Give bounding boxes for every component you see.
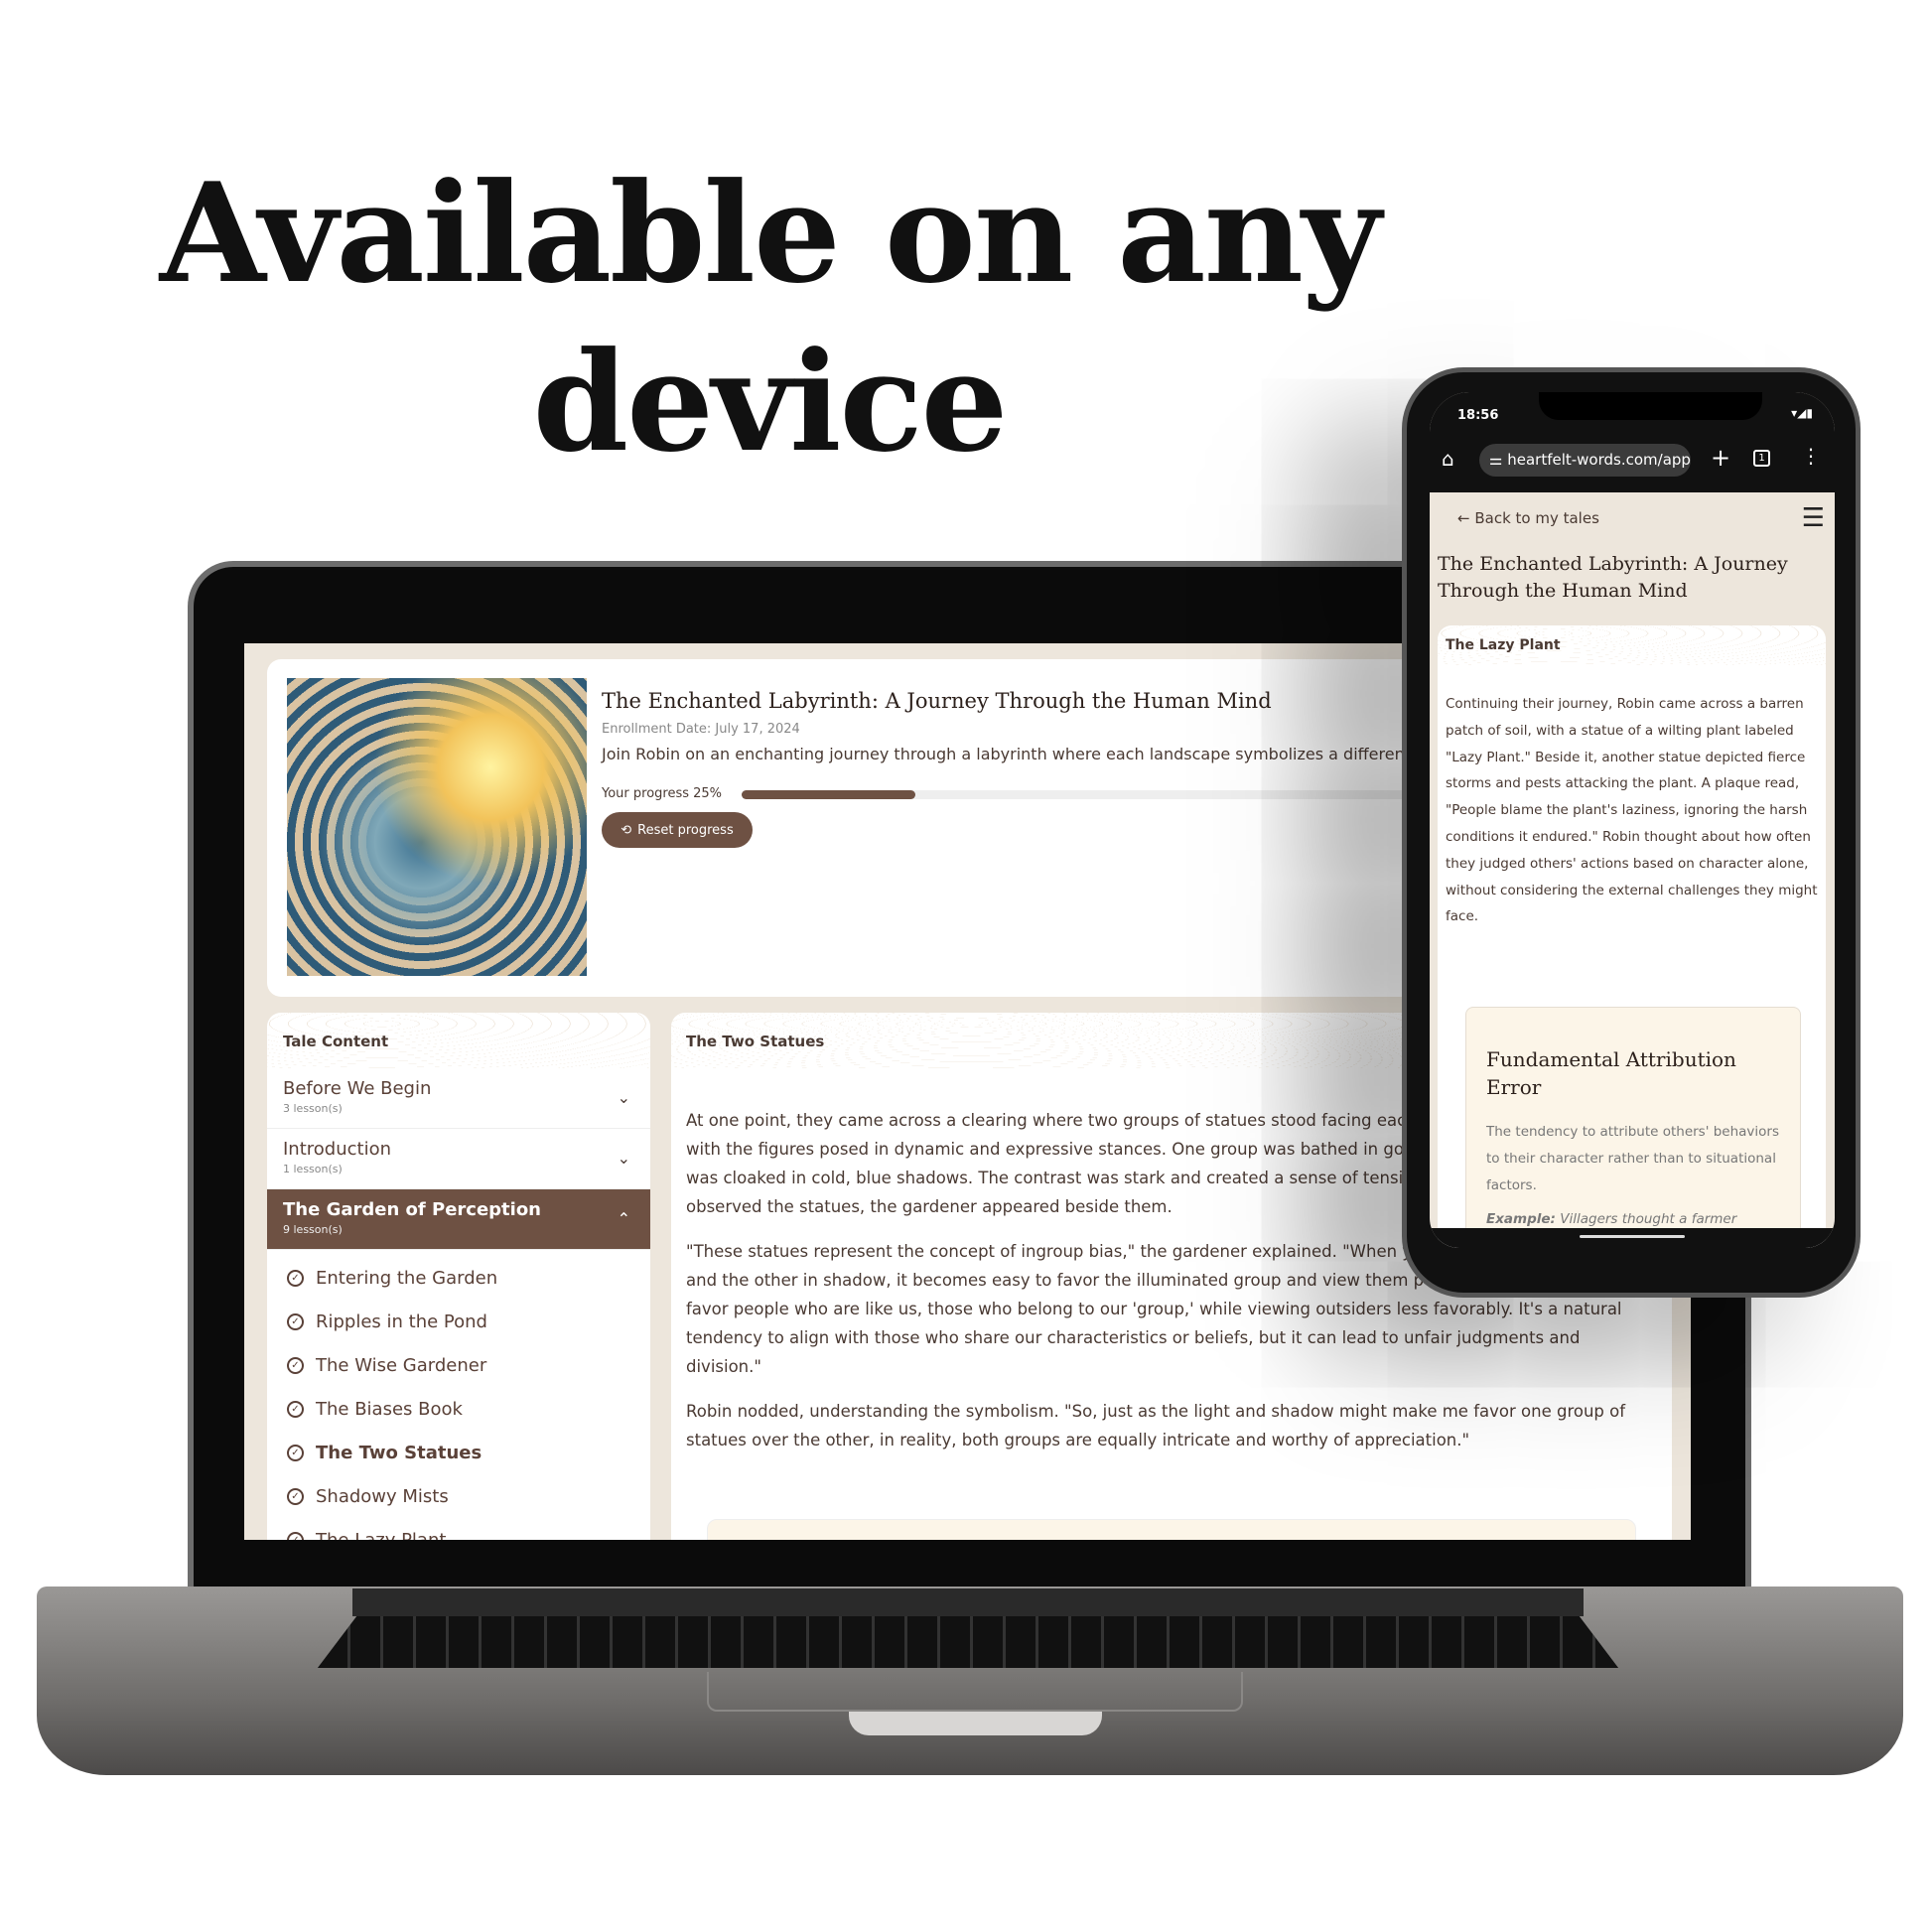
phone-screen: 18:56 ▾◢▮ ⌂ ⚌ heartfelt-words.com/app + … [1430,392,1835,1248]
arrow-left-icon: ← [1457,509,1475,527]
reset-progress-button[interactable]: ⟲ Reset progress [602,812,753,848]
check-circle-icon: ✓ [287,1312,304,1330]
callout-title: Fundamental Attribution Error [1486,1047,1736,1099]
lesson-item[interactable]: ✓ The Lazy Plant [267,1518,650,1540]
callout-definition: The tendency to attribute others' behavi… [1486,1124,1779,1193]
lesson-paragraph: Continuing their journey, Robin came acr… [1446,696,1818,925]
lesson-card: The Lazy Plant Continuing their journey,… [1438,625,1826,1248]
lesson-item[interactable]: ✓ The Two Statues [267,1431,650,1474]
status-time: 18:56 [1457,408,1499,423]
tabs-button[interactable]: 1 [1753,450,1770,467]
progress-bar [742,790,1437,799]
laptop-notch [849,1712,1102,1735]
module-item[interactable]: The Garden of Perception 9 lesson(s) ⌃ [267,1189,650,1250]
back-link[interactable]: ← Back to my tales [1457,509,1599,527]
signal-battery-icon: ▾◢▮ [1791,406,1813,420]
lesson-title: The Lazy Plant [1438,625,1826,665]
home-icon[interactable]: ⌂ [1442,447,1454,471]
new-tab-icon[interactable]: + [1711,444,1730,472]
sidebar-title: Tale Content [267,1013,650,1068]
progress-label: Your progress 25% [602,786,723,801]
check-circle-icon: ✓ [287,1444,304,1461]
course-description: Join Robin on an enchanting journey thro… [602,745,1412,763]
nav-bar [1430,1228,1835,1248]
chevron-up-icon: ⌃ [617,1209,630,1228]
course-cover-image [287,678,587,976]
example-text: Villagers thought a farmer [1560,1211,1737,1227]
more-menu-icon[interactable]: ⋮ [1801,444,1821,468]
enrollment-date: Enrollment Date: July 17, 2024 [602,722,800,737]
browser-chrome: 18:56 ▾◢▮ ⌂ ⚌ heartfelt-words.com/app + … [1430,392,1835,492]
url-bar[interactable]: ⚌ heartfelt-words.com/app [1479,444,1691,477]
module-item[interactable]: Introduction 1 lesson(s) ⌄ [267,1129,650,1189]
course-title: The Enchanted Labyrinth: A Journey Throu… [602,689,1272,713]
hamburger-menu-icon[interactable]: ☰ [1802,503,1825,533]
course-title: The Enchanted Labyrinth: A Journey Throu… [1438,553,1788,602]
callout-box [707,1519,1636,1540]
chevron-down-icon: ⌄ [617,1088,630,1107]
laptop-keyboard [318,1616,1618,1668]
lesson-item[interactable]: ✓ Ripples in the Pond [267,1300,650,1343]
check-circle-icon: ✓ [287,1269,304,1287]
lesson-item[interactable]: ✓ The Biases Book [267,1387,650,1431]
phone-notch [1539,392,1762,420]
check-circle-icon: ✓ [287,1400,304,1418]
progress-fill [742,790,915,799]
refresh-icon: ⟲ [621,822,632,838]
lesson-item[interactable]: ✓ The Wise Gardener [267,1343,650,1387]
home-indicator[interactable] [1580,1235,1685,1238]
laptop-hinge [352,1588,1584,1616]
example-label: Example: [1486,1211,1556,1227]
module-item[interactable]: Before We Begin 3 lesson(s) ⌄ [267,1068,650,1129]
chevron-down-icon: ⌄ [617,1149,630,1168]
laptop-trackpad [707,1672,1243,1712]
site-settings-icon: ⚌ [1489,451,1508,469]
check-circle-icon: ✓ [287,1356,304,1374]
check-circle-icon: ✓ [287,1531,304,1540]
check-circle-icon: ✓ [287,1487,304,1505]
headline-line-1: Available on any [159,152,1381,314]
tale-content-sidebar: Tale Content Before We Begin 3 lesson(s)… [267,1013,650,1540]
lesson-paragraph: Robin nodded, understanding the symbolis… [686,1402,1626,1449]
callout-box: Fundamental Attribution Error The tenden… [1465,1007,1801,1248]
headline-line-2: device [532,321,1009,483]
lesson-item[interactable]: ✓ Shadowy Mists [267,1474,650,1518]
lesson-item[interactable]: ✓ Entering the Garden [267,1256,650,1300]
